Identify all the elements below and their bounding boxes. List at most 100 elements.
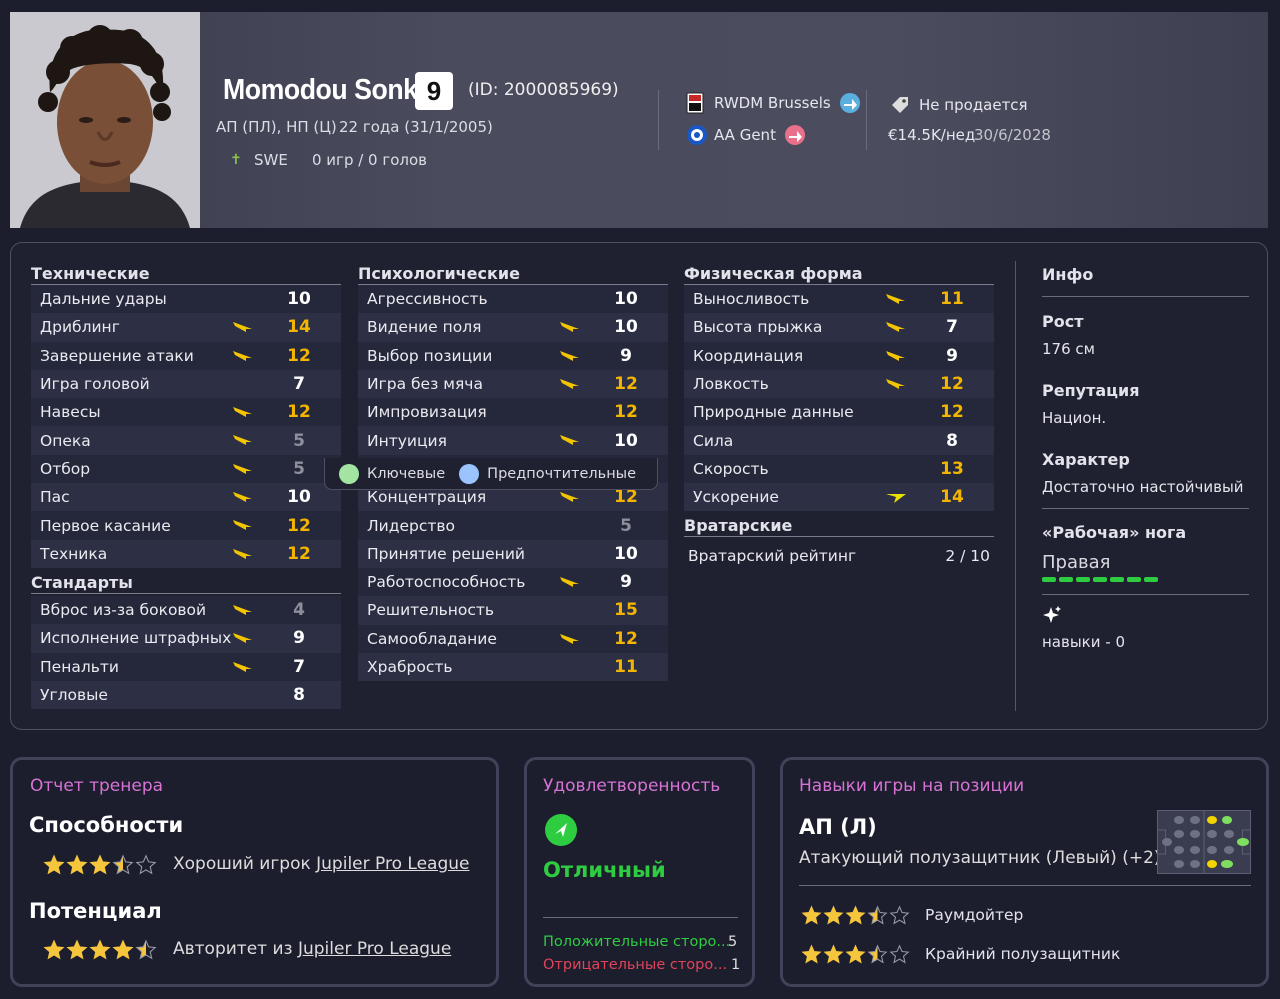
trend-up-arrow-icon — [559, 575, 581, 589]
skills-sparkle-icon[interactable] — [1042, 605, 1249, 629]
attribute-label: Импровизация — [367, 403, 487, 422]
attribute-row[interactable]: Принятие решений 10 — [358, 539, 668, 568]
attribute-row[interactable]: Навесы 12 — [31, 398, 341, 427]
attribute-row[interactable]: Сила 8 — [684, 426, 994, 455]
attribute-row[interactable]: Работоспособность 9 — [358, 567, 668, 597]
potential-prefix: Авторитет из — [173, 939, 298, 959]
attribute-row[interactable]: Техника 12 — [31, 539, 341, 568]
attribute-value: 8 — [946, 430, 958, 451]
attribute-row[interactable]: Решительность 15 — [358, 596, 668, 625]
attribute-value: 12 — [287, 345, 311, 366]
attribute-row[interactable]: Дриблинг 14 — [31, 313, 341, 342]
price-tag-icon — [890, 95, 910, 119]
attribute-value: 15 — [614, 600, 638, 621]
attribute-value: 9 — [946, 345, 958, 366]
role1-name[interactable]: Раумдойтер — [925, 906, 1023, 924]
attribute-row[interactable]: Лидерство 5 — [358, 511, 668, 540]
foot-strength-segment — [1042, 577, 1056, 582]
foot-strength-segment — [1110, 577, 1124, 582]
legend-key-label[interactable]: Ключевые — [367, 466, 445, 482]
attribute-label: Первое касание — [40, 516, 171, 535]
ability-stars — [43, 854, 158, 876]
attribute-label: Самообладание — [367, 629, 497, 648]
section-title-physical: Физическая форма — [684, 261, 994, 285]
satisfaction-divider — [543, 917, 738, 918]
trend-up-arrow-icon — [559, 632, 581, 646]
attribute-row[interactable]: Угловые 8 — [31, 680, 341, 710]
star-full-icon — [823, 905, 844, 925]
position-skills-card[interactable]: Навыки игры на позиции АП (Л) Атакующий … — [780, 757, 1269, 987]
player-id: (ID: 2000085969) — [468, 80, 619, 100]
attribute-row[interactable]: Пенальти 7 — [31, 652, 341, 681]
attribute-value: 4 — [293, 600, 305, 621]
trend-up-arrow-icon — [232, 405, 254, 419]
attribute-value: 12 — [614, 487, 638, 508]
attribute-row[interactable]: Исполнение штрафных 9 — [31, 624, 341, 653]
attribute-row[interactable]: Ускорение 14 — [684, 483, 994, 512]
trend-up-arrow-icon — [885, 292, 907, 306]
attribute-value: 5 — [293, 458, 305, 479]
attribute-row[interactable]: Видение поля 10 — [358, 313, 668, 342]
ability-prefix: Хороший игрок — [173, 854, 317, 874]
attribute-row[interactable]: Агрессивность 10 — [358, 285, 668, 314]
player-nation[interactable]: SWE — [254, 151, 288, 169]
trend-up-arrow-icon — [559, 490, 581, 504]
negatives-label[interactable]: Отрицательные сторо... — [543, 957, 729, 973]
trend-up-arrow-icon — [559, 377, 581, 391]
attribute-row[interactable]: Вброс из-за боковой 4 — [31, 595, 341, 625]
attribute-label: Техника — [40, 544, 108, 563]
trend-up-arrow-icon — [232, 631, 254, 645]
section-title-technical: Технические — [31, 261, 341, 285]
satisfaction-check-icon — [544, 813, 578, 851]
player-positions: АП (ПЛ), НП (Ц) — [216, 118, 337, 136]
trend-up-arrow-icon — [559, 349, 581, 363]
attribute-row[interactable]: Интуиция 10 — [358, 426, 668, 455]
attribute-value: 12 — [940, 402, 964, 423]
attribute-row[interactable]: Выбор позиции 9 — [358, 341, 668, 370]
loan-club-name: RWDM Brussels — [714, 94, 831, 112]
pitch-diagram — [1157, 810, 1251, 878]
attribute-row[interactable]: Природные данные 12 — [684, 398, 994, 427]
role2-name[interactable]: Крайний полузащитник — [925, 945, 1120, 963]
attribute-label: Исполнение штрафных — [40, 629, 232, 648]
gk-rating-value: 2 / 10 — [945, 547, 990, 566]
attribute-label: Принятие решений — [367, 544, 525, 563]
attribute-row[interactable]: Координация 9 — [684, 341, 994, 370]
parent-club-name: AA Gent — [714, 126, 776, 144]
attribute-row[interactable]: Игра головой 7 — [31, 369, 341, 399]
attribute-row[interactable]: Импровизация 12 — [358, 398, 668, 427]
attribute-value: 8 — [293, 685, 305, 705]
attribute-row[interactable]: Завершение атаки 12 — [31, 341, 341, 370]
attribute-row[interactable]: Высота прыжка 7 — [684, 313, 994, 342]
potential-league-link[interactable]: Jupiler Pro League — [298, 939, 451, 959]
foot-strength-segment — [1127, 577, 1141, 582]
attribute-row[interactable]: Игра без мяча 12 — [358, 369, 668, 399]
attribute-row[interactable]: Скорость 13 — [684, 454, 994, 484]
attribute-row[interactable]: Выносливость 11 — [684, 285, 994, 314]
reputation-label: Репутация — [1042, 381, 1140, 400]
attribute-row[interactable]: Храбрость 11 — [358, 652, 668, 682]
attribute-row[interactable]: Ловкость 12 — [684, 369, 994, 399]
loan-arrow-icon — [839, 92, 861, 114]
player-name: Momodou Sonko — [223, 74, 434, 106]
attribute-row[interactable]: Самообладание 12 — [358, 624, 668, 653]
loan-club[interactable]: RWDM Brussels — [686, 92, 861, 114]
attribute-row[interactable]: Опека 5 — [31, 426, 341, 455]
personality-value: Достаточно настойчивый — [1042, 478, 1244, 496]
parent-club[interactable]: AA Gent — [686, 124, 806, 146]
positives-label[interactable]: Положительные сторо... — [543, 934, 729, 950]
star-empty-icon — [889, 905, 910, 925]
attribute-label: Угловые — [40, 686, 108, 704]
attribute-row[interactable]: Пас 10 — [31, 483, 341, 512]
legend-preferred-label[interactable]: Предпочтительные — [487, 466, 636, 482]
star-full-icon — [801, 905, 822, 925]
attribute-row[interactable]: Дальние удары 10 — [31, 285, 341, 314]
coach-report-card[interactable]: Отчет тренера Способности Хороший игрок … — [10, 757, 499, 987]
attribute-row[interactable]: Первое касание 12 — [31, 511, 341, 540]
satisfaction-card[interactable]: Удовлетворенность Отличный Положительные… — [524, 757, 755, 987]
position-skills-title: Навыки игры на позиции — [799, 776, 1025, 796]
ability-league-link[interactable]: Jupiler Pro League — [316, 854, 469, 874]
trend-up-arrow-icon — [232, 547, 254, 561]
star-full-icon — [89, 854, 111, 875]
attribute-row[interactable]: Отбор 5 — [31, 454, 341, 484]
